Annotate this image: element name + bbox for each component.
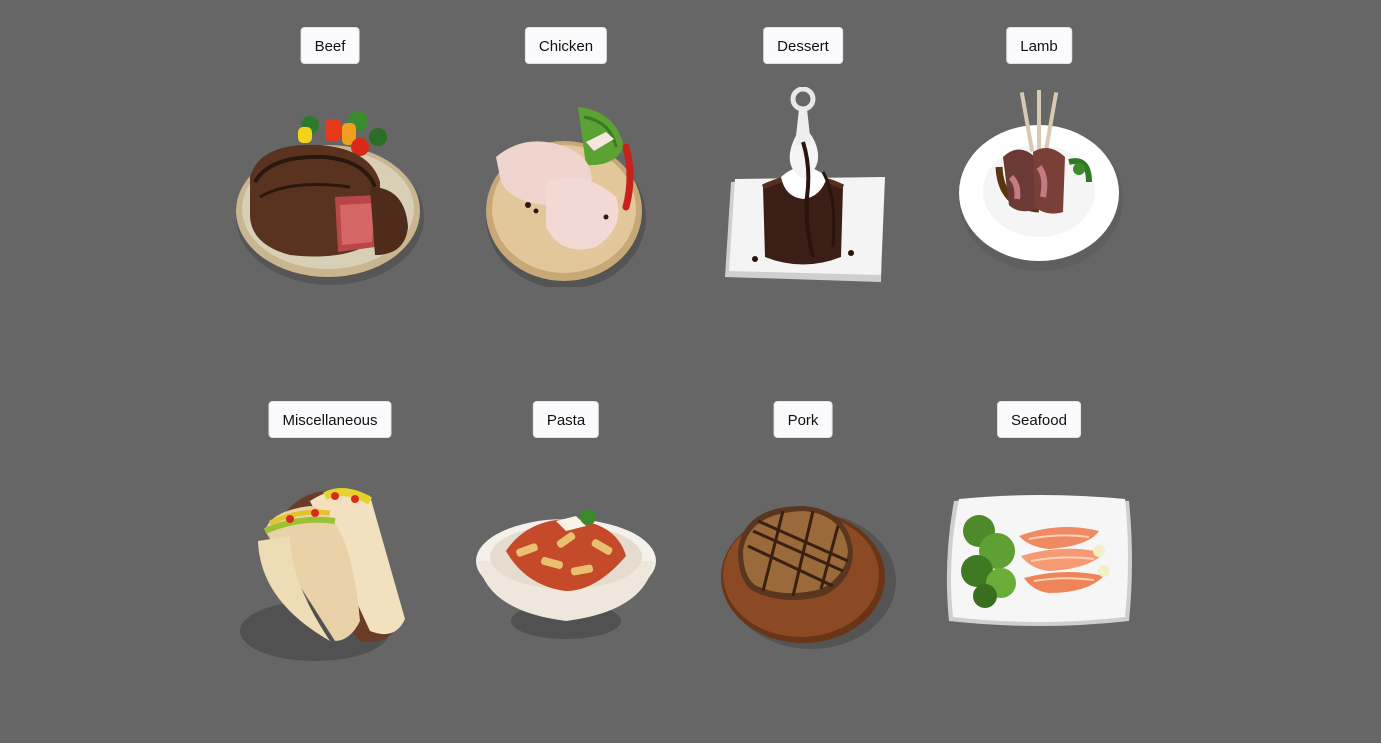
category-button-lamb[interactable]: Lamb — [1006, 27, 1072, 64]
category-button-miscellaneous[interactable]: Miscellaneous — [268, 401, 392, 438]
category-button-pasta[interactable]: Pasta — [532, 401, 600, 438]
category-card-dessert[interactable]: Dessert — [703, 27, 903, 307]
category-card-chicken[interactable]: Chicken — [466, 27, 666, 307]
category-button-dessert[interactable]: Dessert — [763, 27, 843, 64]
category-card-seafood[interactable]: Seafood — [939, 401, 1139, 681]
category-card-miscellaneous[interactable]: Miscellaneous — [230, 401, 430, 681]
category-button-seafood[interactable]: Seafood — [997, 401, 1081, 438]
category-button-pork[interactable]: Pork — [773, 401, 833, 438]
lamb-chops-image[interactable] — [939, 87, 1139, 287]
pork-chop-image[interactable] — [703, 481, 903, 681]
category-button-beef[interactable]: Beef — [300, 27, 360, 64]
category-grid: Beef Chicken Dessert Lamb Miscellaneous … — [0, 0, 1381, 743]
pasta-bowl-image[interactable] — [466, 481, 666, 681]
category-card-pasta[interactable]: Pasta — [466, 401, 666, 681]
category-card-pork[interactable]: Pork — [703, 401, 903, 681]
seafood-plate-image[interactable] — [939, 481, 1139, 681]
tacos-image[interactable] — [230, 481, 430, 681]
beef-steak-image[interactable] — [230, 87, 430, 287]
category-card-beef[interactable]: Beef — [230, 27, 430, 307]
chicken-legs-image[interactable] — [466, 87, 666, 287]
category-button-chicken[interactable]: Chicken — [524, 27, 608, 64]
category-card-lamb[interactable]: Lamb — [939, 27, 1139, 307]
dessert-cake-image[interactable] — [703, 87, 903, 287]
